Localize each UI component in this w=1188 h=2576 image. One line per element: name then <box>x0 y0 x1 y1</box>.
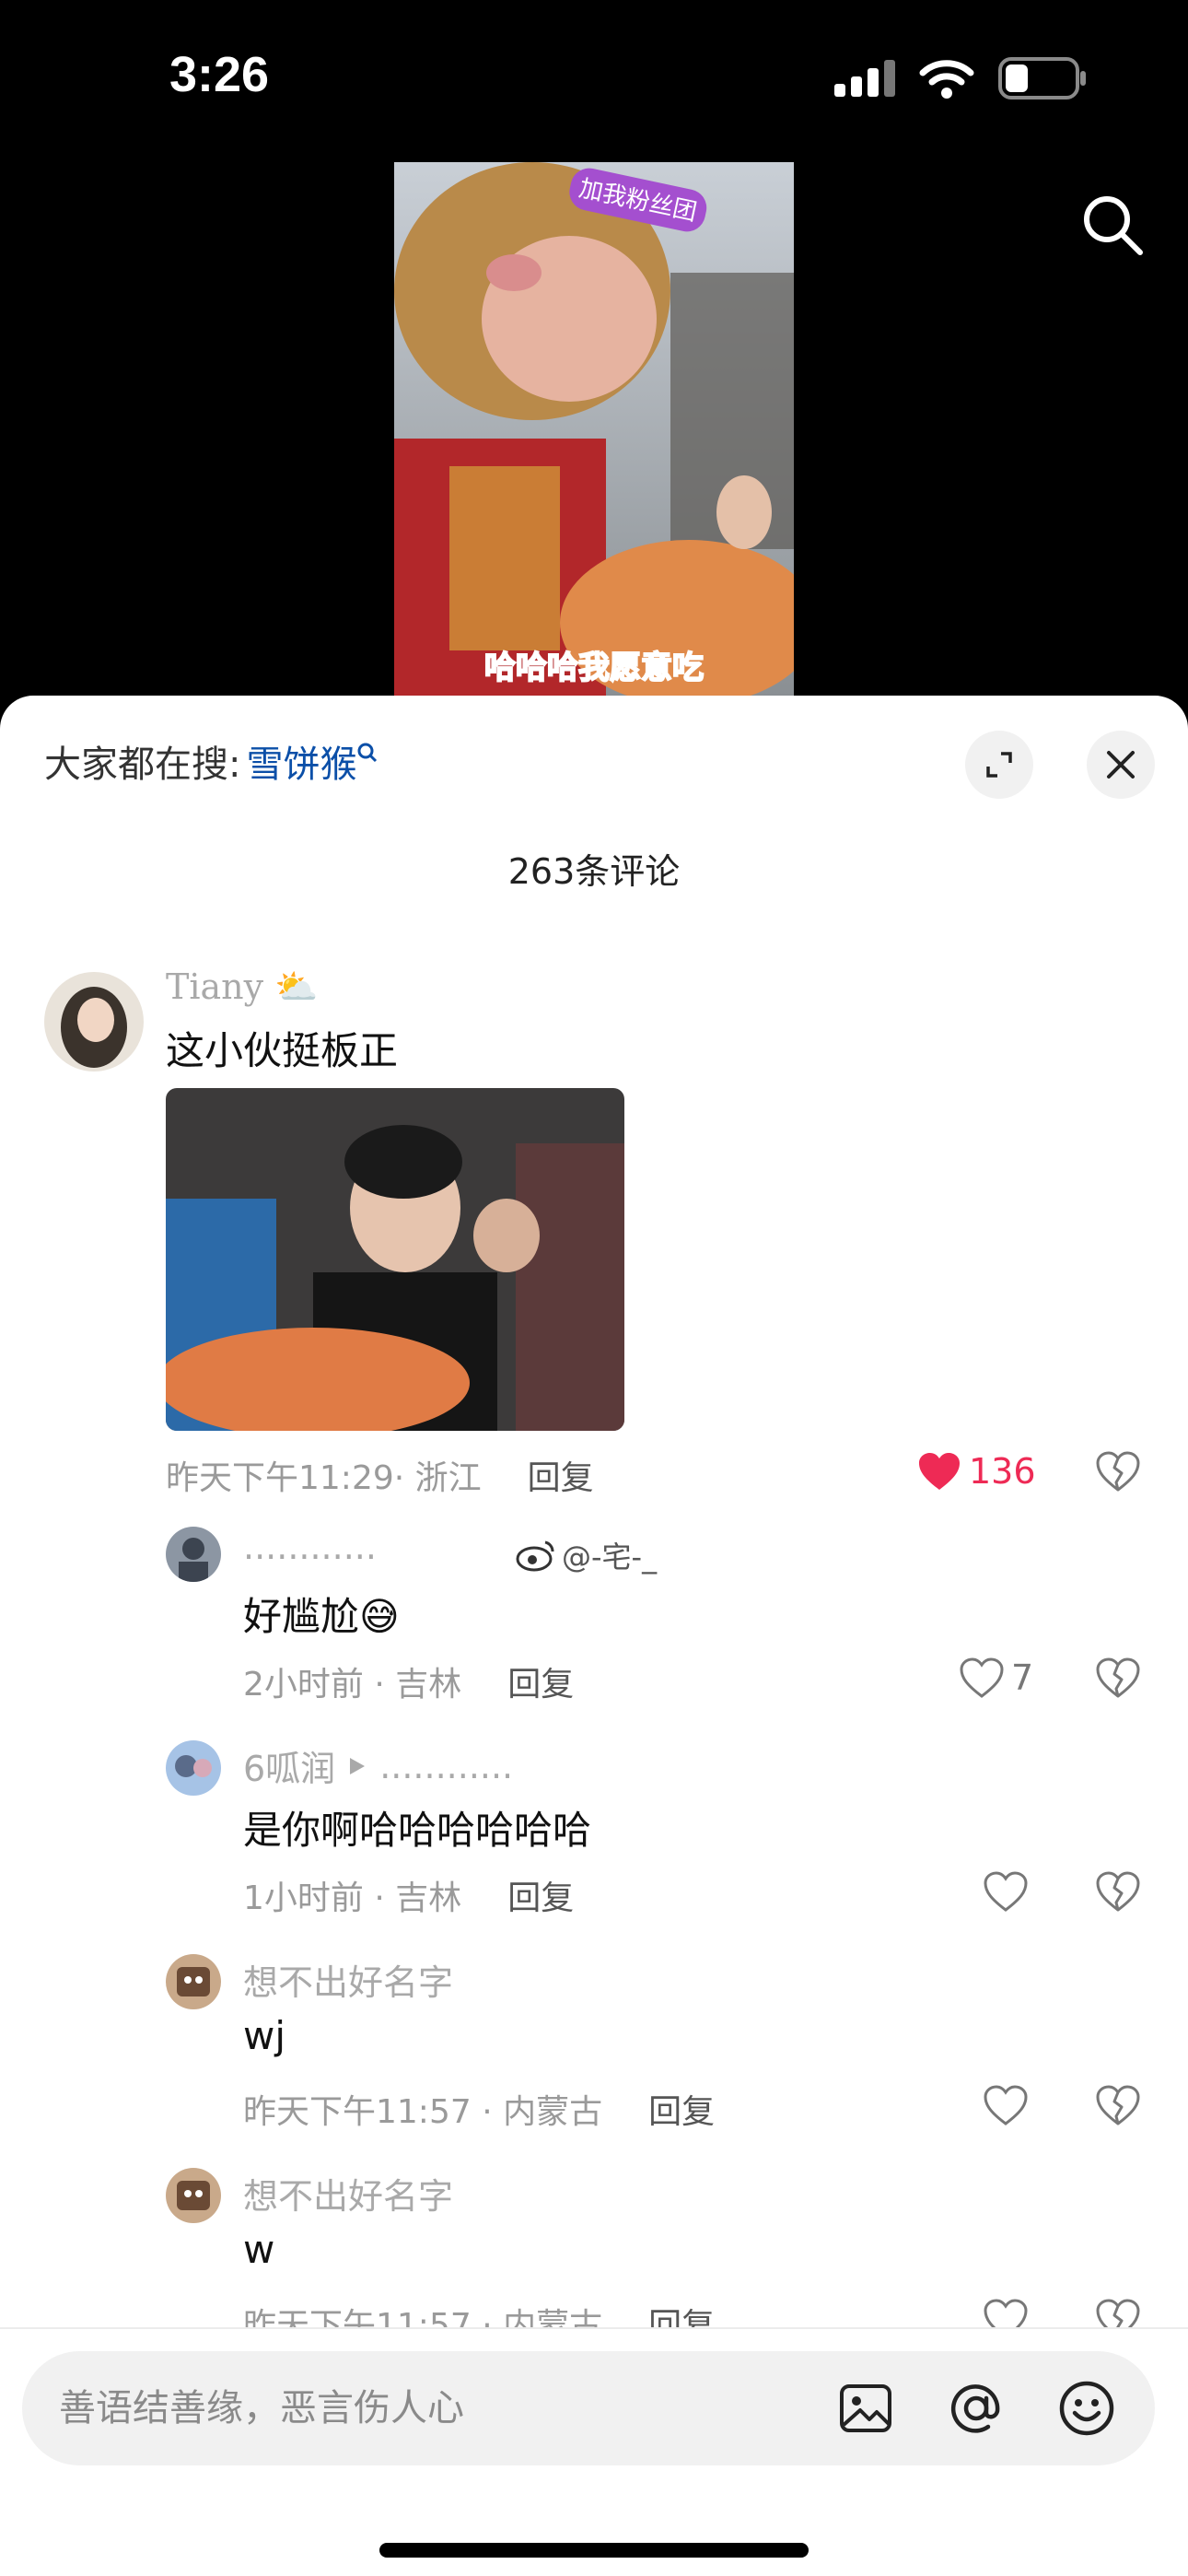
dislike-button[interactable] <box>1096 1657 1140 1702</box>
wifi-icon <box>919 60 974 99</box>
broken-heart-icon <box>1096 1871 1140 1912</box>
avatar[interactable] <box>166 1954 221 2009</box>
reply-button[interactable]: 回复 <box>507 1657 574 1705</box>
emoji-icon[interactable] <box>1057 2379 1116 2438</box>
status-time: 3:26 <box>169 47 270 102</box>
like-button[interactable]: 136 <box>917 1451 1036 1492</box>
reply-button[interactable]: 回复 <box>528 1451 594 1499</box>
comment-text: wj <box>243 2013 286 2058</box>
comment-username[interactable]: 6呱润 ............ <box>243 1740 513 1791</box>
signal-icon <box>834 60 895 97</box>
dislike-button[interactable] <box>1096 2085 1140 2129</box>
comment-image[interactable] <box>166 1088 624 1431</box>
expand-icon <box>986 752 1012 778</box>
sheet-header: 大家都在搜: 雪饼猴 263条评论 <box>0 696 1188 892</box>
username-text: Tiany <box>166 966 264 1007</box>
comment-input-bar <box>0 2327 1188 2576</box>
expand-button[interactable] <box>965 731 1033 799</box>
close-button[interactable] <box>1087 731 1155 799</box>
search-small-icon <box>357 743 378 763</box>
reply-to-username[interactable]: ............ <box>379 1746 513 1786</box>
comment-time-location: 1小时前 · 吉林 <box>243 1879 462 1917</box>
reply-button[interactable]: 回复 <box>648 2085 715 2133</box>
comment-text: w <box>243 2227 275 2272</box>
trending-search[interactable]: 大家都在搜: 雪饼猴 <box>44 734 379 788</box>
heart-outline-icon <box>984 2085 1028 2125</box>
avatar[interactable] <box>166 1527 221 1582</box>
comment-time-location: 昨天下午11:57 · 内蒙古 <box>243 2093 603 2131</box>
comment-meta: 2小时前 · 吉林 回复 <box>243 1657 574 1705</box>
video-thumbnail[interactable]: 加我粉丝团 哈哈哈我愿意吃 <box>394 162 794 697</box>
like-button[interactable] <box>984 2085 1028 2125</box>
heart-outline-icon <box>984 1871 1028 1912</box>
avatar[interactable] <box>166 2168 221 2223</box>
broken-heart-icon <box>1096 2085 1140 2125</box>
weibo-icon <box>516 1540 554 1572</box>
broken-heart-icon <box>1096 1657 1140 1698</box>
broken-heart-icon <box>1096 1451 1140 1492</box>
image-icon[interactable] <box>836 2379 895 2438</box>
comment-username[interactable]: 想不出好名字 <box>243 1954 453 2005</box>
heart-outline-icon <box>960 1657 1004 1698</box>
like-button[interactable] <box>984 1871 1028 1912</box>
comment-count: 263条评论 <box>507 851 681 892</box>
comment-username[interactable]: Tiany ⛅ <box>166 966 319 1008</box>
watermark-text: @-宅-_ <box>562 1540 658 1575</box>
trending-keyword[interactable]: 雪饼猴 <box>246 734 356 788</box>
comment-text: 好尴尬😅 <box>243 1594 400 1639</box>
comment-input-container[interactable] <box>22 2351 1155 2465</box>
comment-meta: 昨天下午11:57 · 内蒙古 回复 <box>243 2085 715 2133</box>
like-button[interactable]: 7 <box>960 1657 1033 1698</box>
comment-text: 这小伙挺板正 <box>166 1028 399 1073</box>
comment-meta: 1小时前 · 吉林 回复 <box>243 1871 574 1919</box>
heart-filled-icon <box>919 1453 960 1490</box>
video-caption: 哈哈哈我愿意吃 <box>484 650 704 686</box>
sun-cloud-icon: ⛅ <box>274 966 319 1007</box>
comments-sheet: 大家都在搜: 雪饼猴 263条评论 Tiany ⛅ 这小伙挺板正 @-宅-_ 昨… <box>0 696 1188 2576</box>
like-count: 7 <box>1011 1657 1034 1698</box>
status-bar: 3:26 <box>0 0 1188 157</box>
avatar[interactable] <box>166 1740 221 1796</box>
comment-time-location: 2小时前 · 吉林 <box>243 1666 462 1704</box>
dislike-button[interactable] <box>1096 1451 1140 1495</box>
home-indicator <box>379 2543 809 2558</box>
reply-arrow-icon <box>350 1757 366 1774</box>
trending-label: 大家都在搜: <box>44 744 241 786</box>
mention-icon[interactable] <box>947 2379 1006 2438</box>
close-icon <box>1107 751 1135 779</box>
reply-button[interactable]: 回复 <box>507 1871 574 1919</box>
dislike-button[interactable] <box>1096 1871 1140 1915</box>
comment-username[interactable]: ............ <box>243 1527 377 1567</box>
comment-text: 是你啊哈哈哈哈哈哈 <box>243 1808 592 1853</box>
username-text: 6呱润 <box>243 1749 336 1789</box>
image-watermark: @-宅-_ <box>516 1534 657 1576</box>
comment-input[interactable] <box>59 2351 796 2465</box>
search-icon[interactable] <box>1079 192 1146 258</box>
comment-username[interactable]: 想不出好名字 <box>243 2168 453 2219</box>
avatar[interactable] <box>44 972 144 1071</box>
like-count: 136 <box>969 1451 1036 1492</box>
comment-time-location: 昨天下午11:29· 浙江 <box>166 1459 482 1497</box>
comment-meta: 昨天下午11:29· 浙江 回复 <box>166 1451 594 1499</box>
battery-icon <box>998 57 1086 100</box>
